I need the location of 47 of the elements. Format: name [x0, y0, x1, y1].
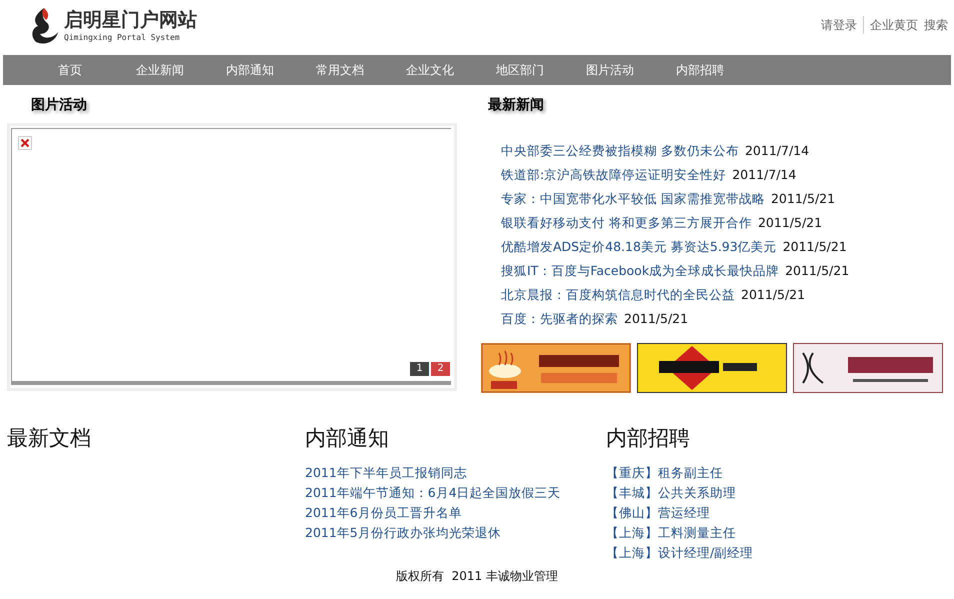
nav-link[interactable]: 企业新闻	[115, 61, 205, 79]
news-link[interactable]: 搜狐IT：百度与Facebook成为全球成长最快品牌	[501, 262, 780, 280]
nav-link[interactable]: 地区部门	[475, 61, 565, 79]
header-link[interactable]: 搜索	[921, 16, 951, 34]
nav-link[interactable]: 常用文档	[295, 61, 385, 79]
news-link[interactable]: 专家：中国宽带化水平较低 国家需推宽带战略	[501, 190, 765, 208]
column-title: 内部通知	[305, 425, 390, 452]
list-link[interactable]: 2011年5月份行政办张均光荣退休	[305, 523, 606, 543]
list-link[interactable]: 【佛山】营运经理	[606, 503, 954, 523]
news-link[interactable]: 银联看好移动支付 将和更多第三方展开合作	[501, 214, 752, 232]
news-date: 2011/5/21	[741, 286, 806, 304]
list-link[interactable]: 【上海】设计经理/副经理	[606, 543, 954, 563]
news-date: 2011/5/21	[782, 238, 847, 256]
news-date: 2011/5/21	[624, 310, 688, 328]
news-link[interactable]: 北京晨报：百度构筑信息时代的全民公益	[501, 286, 735, 304]
site-subtitle: Qimingxing Portal System	[64, 32, 181, 44]
news-date: 2011/7/14	[744, 142, 810, 160]
nav-link[interactable]: 图片活动	[565, 61, 655, 79]
news-link[interactable]: 优酷增发ADS定价48.18美元 募资达5.93亿美元	[501, 238, 777, 256]
list-link[interactable]: 【丰城】公共关系助理	[606, 483, 954, 503]
list-link[interactable]: 2011年6月份员工晋升名单	[305, 503, 606, 523]
site-title: 启明星门户网站	[64, 8, 197, 32]
nav-link[interactable]: 内部通知	[205, 61, 295, 79]
pager-button[interactable]: 2	[431, 362, 450, 376]
pager-button[interactable]: 1	[410, 362, 429, 376]
list-link[interactable]: 2011年端午节通知：6月4日起全国放假三天	[305, 483, 606, 503]
list-link[interactable]: 【重庆】租务副主任	[606, 463, 954, 483]
nav-link[interactable]: 企业文化	[385, 61, 475, 79]
broken-image-icon	[18, 136, 32, 150]
list-link[interactable]: 2011年下半年员工报销同志	[305, 463, 606, 483]
news-date: 2011/5/21	[758, 214, 822, 232]
nav-link[interactable]: 内部招聘	[655, 61, 745, 79]
news-link[interactable]: 百度：先驱者的探索	[501, 310, 618, 328]
section-title: 图片活动	[30, 96, 88, 115]
column-title: 最新文档	[7, 425, 92, 452]
footer-text: 版权所有 2011 丰诚物业管理	[396, 568, 558, 585]
header-link[interactable]: 请登录	[818, 16, 860, 34]
news-link[interactable]: 铁道部:京沪高铁故障停运证明安全性好	[501, 166, 726, 184]
list-link[interactable]: 【上海】工料测量主任	[606, 523, 954, 543]
section-title: 最新新闻	[487, 96, 545, 115]
news-date: 2011/5/21	[785, 262, 850, 280]
nav-link[interactable]: 首页	[25, 61, 115, 79]
column-title: 内部招聘	[606, 425, 691, 452]
news-link[interactable]: 中央部委三公经费被指模糊 多数仍未公布	[501, 142, 739, 160]
header-link[interactable]: 企业黄页	[863, 16, 921, 34]
news-date: 2011/5/21	[770, 190, 836, 208]
news-date: 2011/7/14	[732, 166, 796, 184]
